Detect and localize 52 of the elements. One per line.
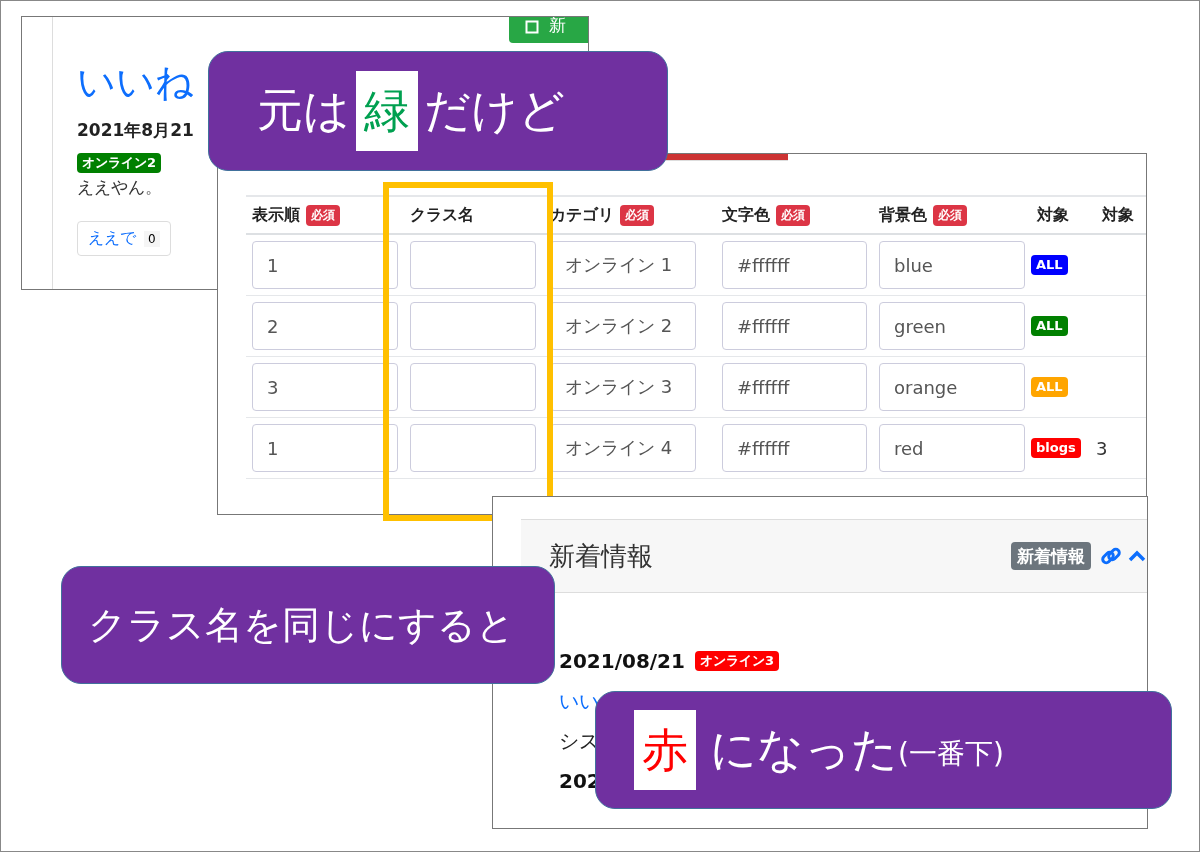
required-badge: 必須	[620, 204, 654, 226]
like-count: 0	[144, 230, 160, 247]
input-field[interactable]: 2	[252, 302, 398, 350]
entry-link[interactable]: いい	[559, 687, 599, 715]
callout-note: (一番下)	[898, 736, 1004, 772]
input-field[interactable]: red	[879, 424, 1025, 472]
input-field[interactable]: blue	[879, 241, 1025, 289]
input-field[interactable]	[410, 363, 536, 411]
entry-text: シス	[559, 727, 599, 755]
column-header: 文字色	[722, 204, 770, 226]
input-field[interactable]: orange	[879, 363, 1025, 411]
required-badge: 必須	[933, 204, 967, 226]
entry-date: 2021/08/21	[559, 649, 685, 673]
required-badge: 必須	[306, 204, 340, 226]
news-badge: 新着情報	[1011, 542, 1091, 570]
input-field[interactable]: #ffffff	[722, 302, 867, 350]
post-date: 2021年8月21	[77, 119, 194, 142]
column-header: 表示順	[252, 204, 300, 226]
callout-text: クラス名を同じにすると	[88, 601, 515, 649]
highlighted-word: 赤	[634, 710, 696, 790]
input-field[interactable]: green	[879, 302, 1025, 350]
input-field[interactable]: 3	[252, 363, 398, 411]
chevron-up-icon[interactable]	[1127, 549, 1147, 563]
input-field[interactable]: #ffffff	[722, 363, 867, 411]
input-field[interactable]: #ffffff	[722, 241, 867, 289]
input-field[interactable]	[410, 424, 536, 472]
target-badge: blogs	[1031, 438, 1081, 458]
input-field[interactable]: 1	[252, 241, 398, 289]
highlighted-word: 緑	[356, 71, 418, 151]
target-badge: ALL	[1031, 377, 1068, 397]
news-title: 新着情報	[549, 539, 653, 573]
category-badge: オンライン3	[694, 651, 779, 671]
required-badge: 必須	[776, 204, 810, 226]
target-badge: ALL	[1031, 255, 1068, 275]
document-icon	[525, 20, 539, 34]
column-header: 対象	[1037, 204, 1069, 226]
target-count: 3	[1096, 437, 1108, 459]
input-field[interactable]: 1	[252, 424, 398, 472]
post-body: ええやん。	[77, 176, 162, 199]
callout-text: だけど	[424, 82, 565, 139]
callout-text: 元は	[257, 82, 350, 139]
category-badge: オンライン2	[77, 153, 162, 173]
callout-text: になった	[710, 721, 898, 778]
input-field[interactable]: #ffffff	[722, 424, 867, 472]
post-title[interactable]: いいね	[77, 59, 194, 105]
like-button[interactable]: ええで 0	[77, 221, 171, 256]
column-header: クラス名	[410, 204, 474, 226]
column-header: 対象	[1102, 204, 1134, 226]
target-badge: ALL	[1031, 316, 1068, 336]
column-header: 背景色	[879, 204, 927, 226]
input-field[interactable]	[410, 302, 536, 350]
input-field[interactable]	[410, 241, 536, 289]
